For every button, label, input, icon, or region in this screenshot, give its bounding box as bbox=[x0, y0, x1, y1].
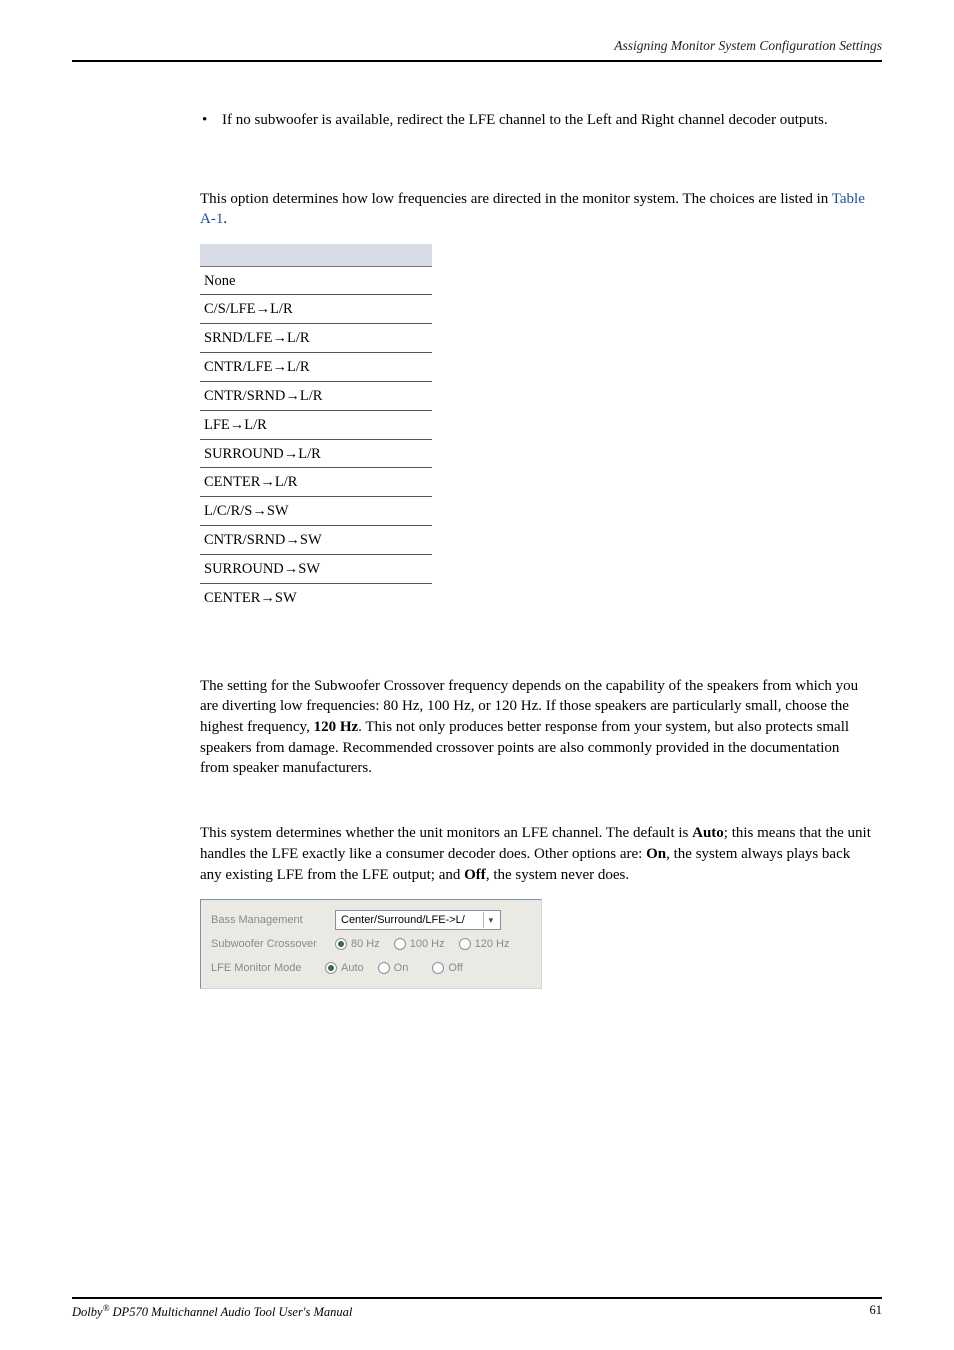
page-footer: Dolby® DP570 Multichannel Audio Tool Use… bbox=[72, 1297, 882, 1320]
bullet-item: If no subwoofer is available, redirect t… bbox=[200, 110, 872, 131]
page-number: 61 bbox=[870, 1303, 883, 1320]
bass-mgmt-combo[interactable]: Center/Surround/LFE->L/ bbox=[335, 910, 501, 930]
chevron-down-icon[interactable] bbox=[483, 912, 498, 928]
lfe-radio-on[interactable] bbox=[378, 962, 390, 974]
crossover-radio-80[interactable] bbox=[335, 938, 347, 950]
radio-label: 120 Hz bbox=[475, 938, 510, 950]
lfe-radio-auto[interactable] bbox=[325, 962, 337, 974]
text: This option determines how low frequenci… bbox=[200, 191, 832, 207]
crossover-radio-100[interactable] bbox=[394, 938, 406, 950]
table-row: None bbox=[200, 266, 432, 295]
bass-mgmt-label: Bass Management bbox=[211, 914, 329, 926]
text: , the system never does. bbox=[486, 867, 629, 883]
radio-label: On bbox=[394, 962, 409, 974]
table-row: SURROUND→L/R bbox=[200, 439, 432, 468]
table-row: CENTER→SW bbox=[200, 583, 432, 611]
table-cell: SRND/LFE→L/R bbox=[200, 324, 432, 353]
crossover-paragraph: The setting for the Subwoofer Crossover … bbox=[200, 676, 872, 779]
table-row: SRND/LFE→L/R bbox=[200, 324, 432, 353]
table-cell: C/S/LFE→L/R bbox=[200, 295, 432, 324]
table-row: CENTER→L/R bbox=[200, 468, 432, 497]
table-cell: L/C/R/S→SW bbox=[200, 497, 432, 526]
bass-mgmt-intro: This option determines how low frequenci… bbox=[200, 189, 872, 230]
footer-title: DP570 Multichannel Audio Tool User's Man… bbox=[109, 1305, 352, 1319]
combo-value: Center/Surround/LFE->L/ bbox=[341, 914, 465, 926]
table-cell: SURROUND→L/R bbox=[200, 439, 432, 468]
radio-label: Off bbox=[448, 962, 462, 974]
text: This system determines whether the unit … bbox=[200, 825, 692, 841]
options-table: None C/S/LFE→L/R SRND/LFE→L/R CNTR/LFE→L… bbox=[200, 244, 872, 612]
lfe-paragraph: This system determines whether the unit … bbox=[200, 823, 872, 885]
table-cell: CENTER→SW bbox=[200, 583, 432, 611]
table-row: L/C/R/S→SW bbox=[200, 497, 432, 526]
crossover-label: Subwoofer Crossover bbox=[211, 938, 329, 950]
lfe-radio-off[interactable] bbox=[432, 962, 444, 974]
table-row: SURROUND→SW bbox=[200, 555, 432, 584]
crossover-radio-120[interactable] bbox=[459, 938, 471, 950]
table-row: C/S/LFE→L/R bbox=[200, 295, 432, 324]
radio-label: 80 Hz bbox=[351, 938, 380, 950]
table-cell: None bbox=[200, 266, 432, 295]
table-cell: SURROUND→SW bbox=[200, 555, 432, 584]
radio-label: Auto bbox=[341, 962, 364, 974]
table-row: CNTR/LFE→L/R bbox=[200, 353, 432, 382]
table-cell: CNTR/SRND→SW bbox=[200, 526, 432, 555]
table-header-blank bbox=[200, 244, 432, 266]
table-row: LFE→L/R bbox=[200, 410, 432, 439]
settings-panel: Bass Management Center/Surround/LFE->L/ … bbox=[200, 899, 542, 989]
table-cell: CNTR/LFE→L/R bbox=[200, 353, 432, 382]
footer-left: Dolby® DP570 Multichannel Audio Tool Use… bbox=[72, 1303, 352, 1320]
bold-text: 120 Hz bbox=[314, 719, 359, 735]
footer-brand: Dolby bbox=[72, 1305, 103, 1319]
table-cell: CENTER→L/R bbox=[200, 468, 432, 497]
table-row: CNTR/SRND→SW bbox=[200, 526, 432, 555]
text: . bbox=[223, 211, 227, 227]
lfe-mode-label: LFE Monitor Mode bbox=[211, 962, 319, 974]
table-cell: LFE→L/R bbox=[200, 410, 432, 439]
running-header: Assigning Monitor System Configuration S… bbox=[72, 38, 882, 62]
bold-text: Off bbox=[464, 867, 486, 883]
radio-label: 100 Hz bbox=[410, 938, 445, 950]
table-row: CNTR/SRND→L/R bbox=[200, 381, 432, 410]
bold-text: Auto bbox=[692, 825, 724, 841]
bullet-list: If no subwoofer is available, redirect t… bbox=[200, 110, 872, 131]
table-cell: CNTR/SRND→L/R bbox=[200, 381, 432, 410]
bold-text: On bbox=[646, 846, 666, 862]
